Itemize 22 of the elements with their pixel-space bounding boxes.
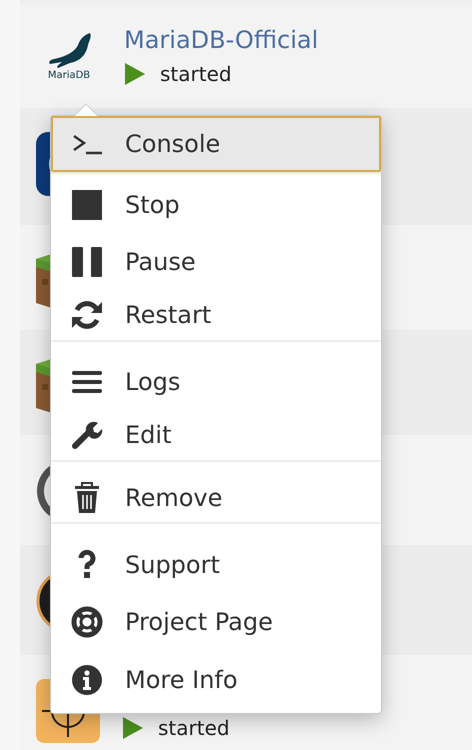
pause-icon [71,246,103,278]
logo-text: MariaDB [48,71,90,81]
status-text: started [158,715,230,742]
menu-item[interactable]: Support [51,536,381,593]
refresh-icon [71,299,103,331]
menu-item[interactable]: Project Page [51,593,381,651]
menu-item[interactable]: Restart [51,290,381,340]
menu-item[interactable]: Logs [51,354,381,410]
menu-item[interactable]: Console [51,116,381,172]
wrench-icon [71,419,103,451]
container-name-link[interactable]: MariaDB-Official [124,23,318,57]
status-text: started [160,61,232,88]
menu-item[interactable]: Edit [51,410,381,460]
menu-item[interactable]: Remove [51,474,381,522]
menu-item[interactable]: More Info [51,651,381,709]
play-icon [122,716,144,740]
life-ring-icon [71,606,103,638]
stop-icon [71,188,103,220]
menu-item[interactable]: Stop [51,176,381,233]
menu-item[interactable]: Pause [51,233,381,290]
info-icon [71,664,103,696]
play-icon [124,62,146,86]
